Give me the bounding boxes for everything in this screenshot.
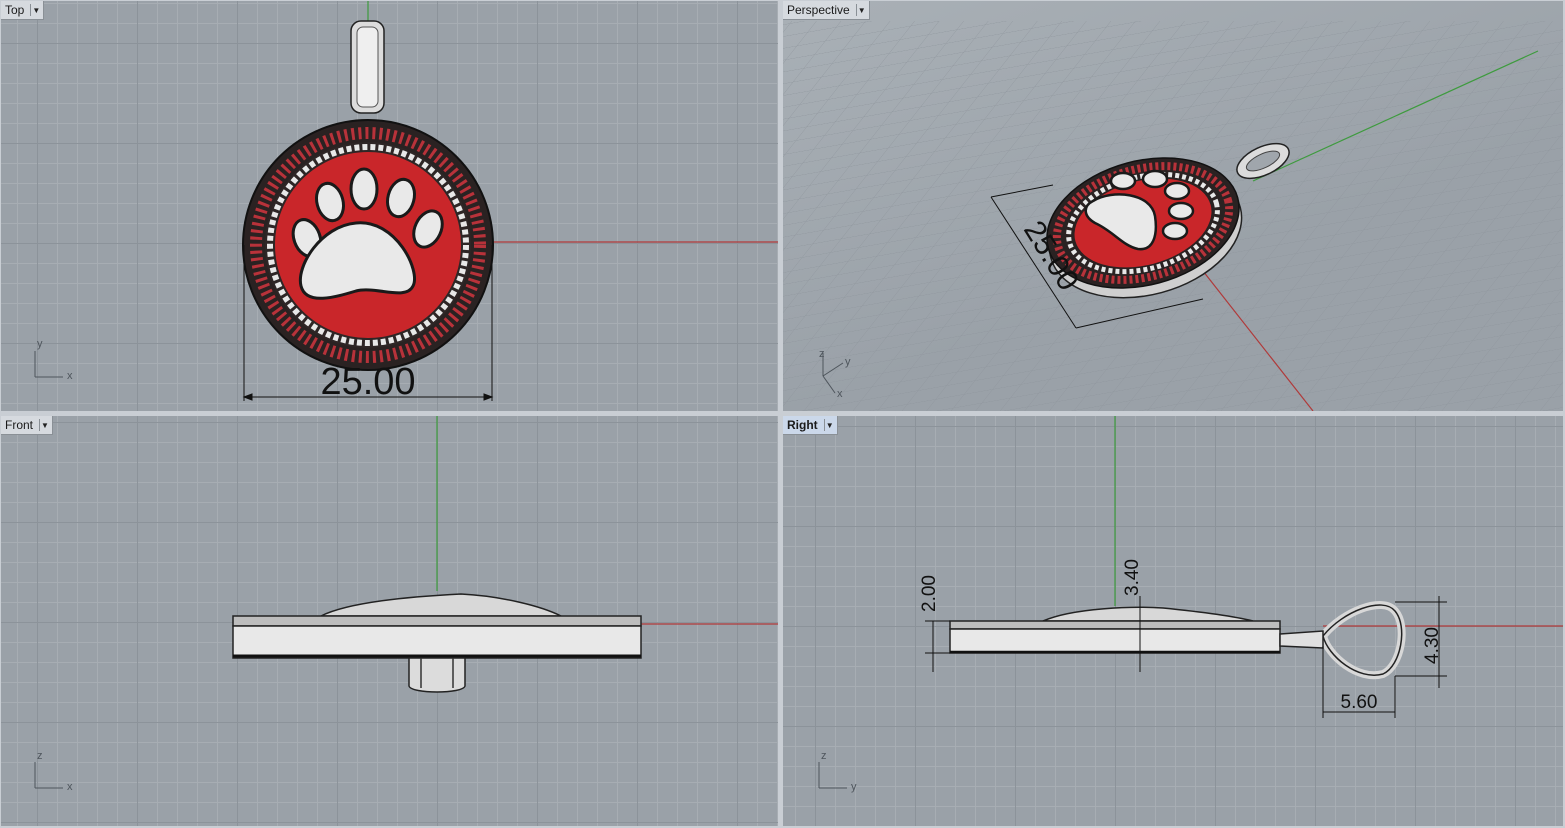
pendant-side-profile — [949, 606, 1281, 654]
dimension-label: 25.00 — [320, 361, 415, 403]
axis-indicator — [34, 762, 63, 789]
axis-label-x: x — [67, 370, 73, 382]
dimension-thickness: 2.00 — [919, 575, 940, 612]
perspective-view-canvas: 25.00 z y x — [783, 21, 1563, 411]
viewport-title: Top — [5, 3, 25, 17]
axis-label-y: y — [851, 781, 857, 793]
dimension-bail-height: 4.30 — [1422, 627, 1443, 664]
front-view-canvas: z x — [34, 416, 778, 793]
axis-indicator — [818, 762, 847, 789]
dropdown-arrow-icon[interactable]: ▼ — [39, 419, 50, 431]
dimension-bail-width: 5.60 — [1341, 692, 1378, 713]
viewport-title: Perspective — [787, 3, 850, 17]
axis-label-x: x — [837, 388, 843, 400]
bail-shape — [350, 20, 385, 114]
dropdown-arrow-icon[interactable]: ▼ — [855, 4, 867, 16]
axis-indicator — [34, 351, 63, 378]
axis-label-y: y — [37, 338, 43, 350]
viewport-tab-right[interactable]: Right ▼ — [783, 416, 838, 435]
viewport-title: Front — [5, 418, 34, 432]
viewport-top[interactable]: Top ▼ 25.00 y x — [1, 1, 778, 411]
dropdown-arrow-icon[interactable]: ▼ — [823, 419, 835, 431]
dropdown-arrow-icon[interactable]: ▼ — [30, 4, 41, 16]
viewport-front[interactable]: Front ▼ z x — [1, 416, 778, 826]
axis-label-z: z — [821, 750, 827, 762]
viewport-title: Right — [787, 418, 818, 432]
axis-label-y: y — [845, 356, 851, 368]
viewport-tab-front[interactable]: Front ▼ — [1, 416, 54, 435]
dimension-height: 3.40 — [1122, 559, 1143, 596]
viewport-tab-perspective[interactable]: Perspective ▼ — [783, 1, 870, 20]
pendant-side-profile — [232, 593, 642, 693]
right-view-canvas: 2.00 3.40 4.30 5.60 z y — [818, 416, 1563, 793]
axis-label-x: x — [67, 781, 73, 793]
viewport-right[interactable]: Right ▼ 2.00 3.40 4.30 5.60 z y — [783, 416, 1563, 826]
top-view-canvas: 25.00 y x — [34, 1, 778, 403]
bail-shape — [1279, 601, 1406, 680]
viewport-perspective[interactable]: Perspective ▼ 25.00 z y x — [783, 1, 1563, 411]
axis-label-z: z — [37, 750, 43, 762]
axis-label-z: z — [819, 348, 825, 360]
viewport-tab-top[interactable]: Top ▼ — [1, 1, 45, 20]
